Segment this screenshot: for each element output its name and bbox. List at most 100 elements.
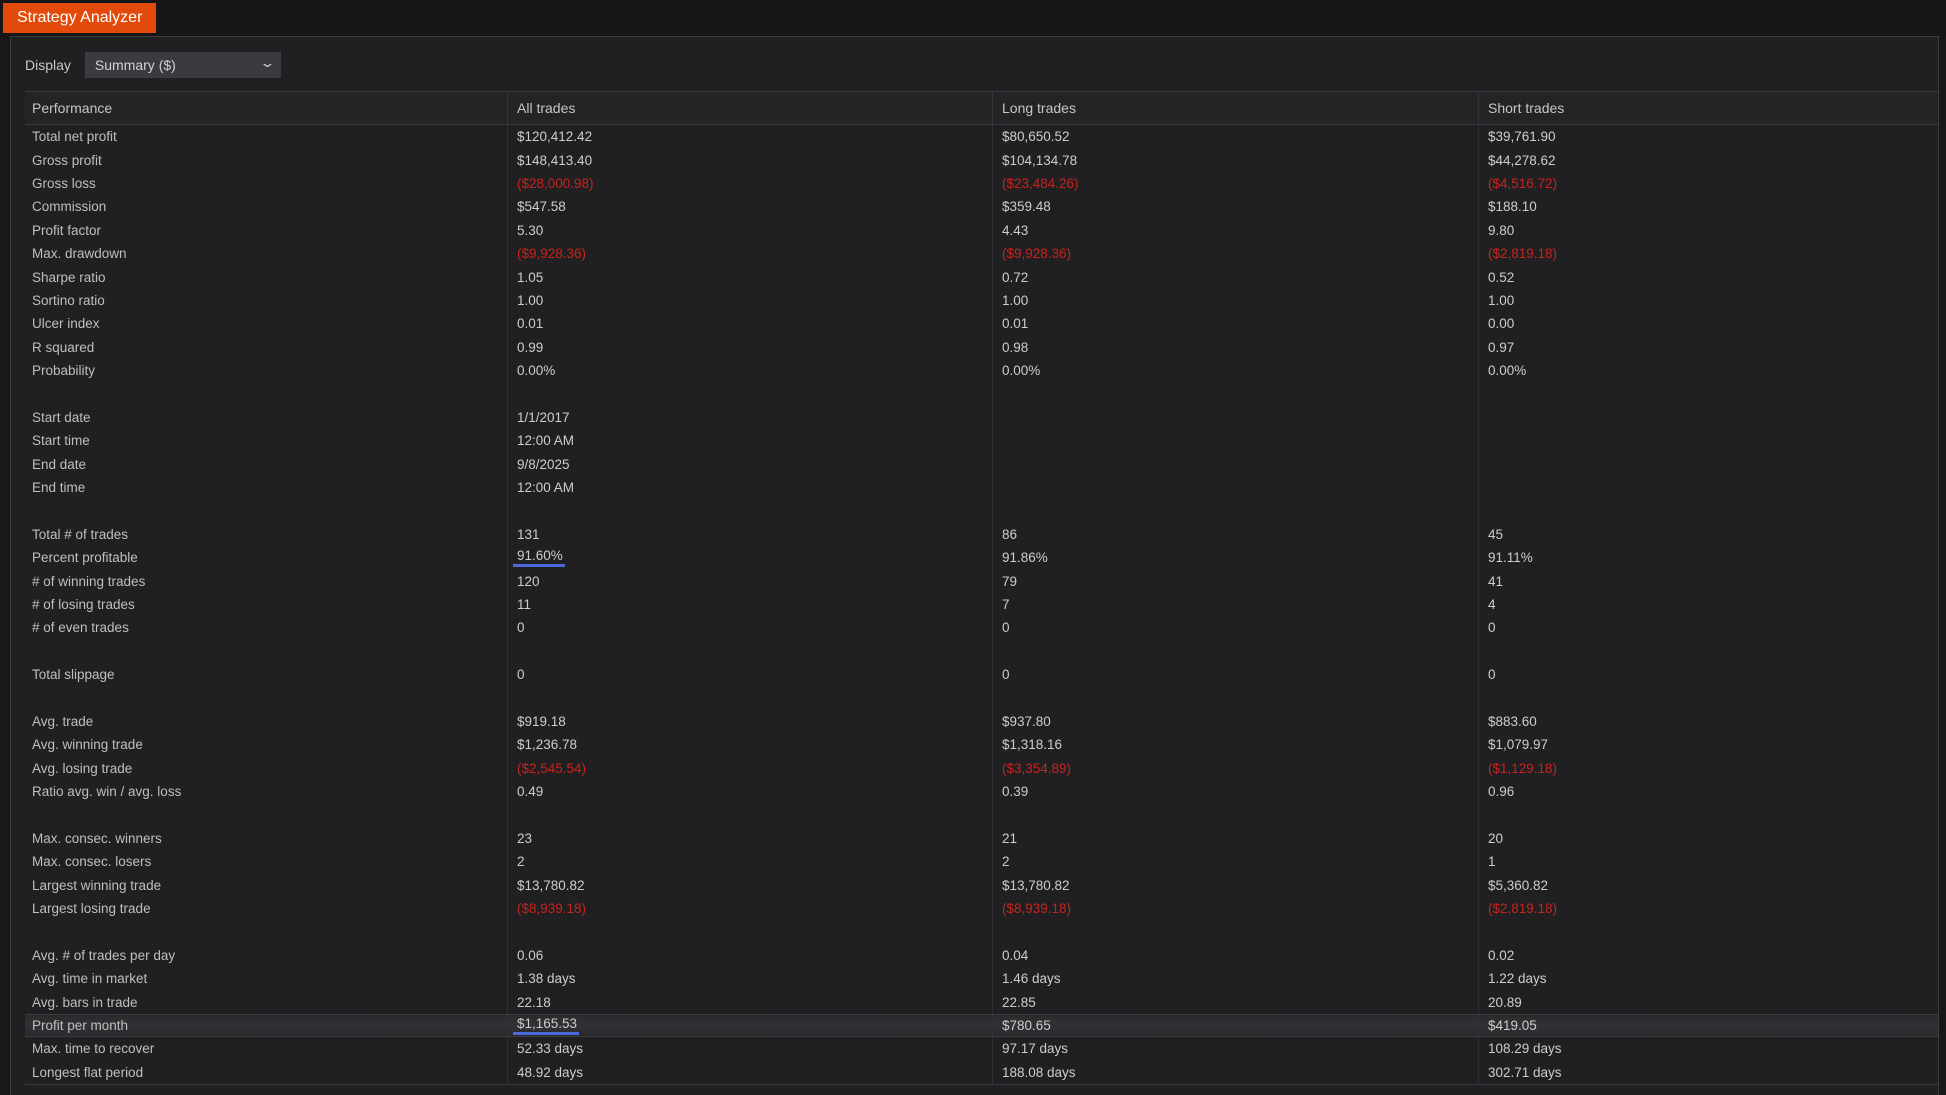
row-label: # of winning trades: [25, 569, 508, 593]
row-label: Start time: [25, 429, 508, 453]
table-row[interactable]: Total slippage 0 0 0: [25, 662, 1938, 687]
row-value: [1479, 686, 1938, 709]
row-label: Gross profit: [25, 148, 508, 172]
table-row[interactable]: End time 12:00 AM: [25, 475, 1938, 500]
row-value: $13,780.82: [993, 873, 1479, 897]
row-value: 41: [1488, 573, 1504, 589]
column-header-short-trades[interactable]: Short trades: [1479, 92, 1938, 124]
table-row[interactable]: Start date 1/1/2017: [25, 405, 1938, 430]
table-row[interactable]: Ulcer index 0.01 0.01 0.00: [25, 312, 1938, 336]
table-row[interactable]: Profit per month $1,165.53 $780.65 $419.05: [25, 1013, 1938, 1038]
table-row[interactable]: Largest winning trade $13,780.82 $13,780.8…: [25, 873, 1938, 897]
table-row[interactable]: Max. consec. winners 23 21 20: [25, 826, 1938, 851]
row-value: [1479, 429, 1938, 452]
table-row[interactable]: # of even trades 0 0 0: [25, 616, 1938, 640]
table-row[interactable]: Sortino ratio 1.00 1.00 1.00: [25, 288, 1938, 313]
table-row[interactable]: Sharpe ratio 1.05 0.72 0.52: [25, 265, 1938, 289]
row-value: $419.05: [1488, 1018, 1537, 1034]
table-spacer-row: [25, 686, 1938, 710]
row-label: Avg. winning trade: [25, 733, 508, 757]
row-label: [25, 920, 508, 944]
table-row[interactable]: Percent profitable 91.60% 91.86% 91.11%: [25, 546, 1938, 570]
row-label: [25, 686, 508, 710]
summary-table: Performance All trades Long trades Short…: [25, 91, 1938, 1095]
row-value: 108.29 days: [1488, 1041, 1562, 1057]
column-header-long-trades[interactable]: Long trades: [993, 92, 1479, 124]
table-row[interactable]: # of winning trades 120 79 41: [25, 569, 1938, 593]
row-value: 48.92 days: [508, 1060, 993, 1085]
table-row[interactable]: Total # of trades 131 86 45: [25, 522, 1938, 547]
row-value: ($2,819.18): [1488, 246, 1558, 262]
table-row[interactable]: Ratio avg. win / avg. loss 0.49 0.39 0.96: [25, 779, 1938, 804]
table-row[interactable]: # of losing trades 11 7 4: [25, 592, 1938, 617]
row-value: 0.04: [993, 943, 1479, 968]
row-value: 4: [1488, 597, 1496, 612]
table-row[interactable]: R squared 0.99 0.98 0.97: [25, 335, 1938, 359]
table-row[interactable]: Max. consec. losers 2 2 1: [25, 850, 1938, 874]
table-spacer-row: [25, 803, 1938, 827]
display-dropdown-value: Summary ($): [94, 57, 176, 73]
row-label: Longest flat period: [25, 1060, 508, 1085]
table-spacer-row: [25, 639, 1938, 663]
column-header-performance[interactable]: Performance: [25, 92, 508, 124]
table-row[interactable]: Gross profit $148,413.40 $104,134.78 $44,27…: [25, 148, 1938, 172]
table-row[interactable]: Avg. winning trade $1,236.78 $1,318.16 $1,0…: [25, 733, 1938, 757]
display-toolbar: Display Summary ($) ⌄: [25, 51, 281, 79]
row-value: 7: [993, 592, 1479, 617]
table-row[interactable]: Longest flat period 48.92 days 188.08 days…: [25, 1060, 1938, 1085]
row-value: ($4,516.72): [1488, 175, 1558, 191]
row-label: Ratio avg. win / avg. loss: [25, 779, 508, 804]
table-row[interactable]: Max. time to recover 52.33 days 97.17 days…: [25, 1037, 1938, 1061]
table-row[interactable]: End date 9/8/2025: [25, 452, 1938, 476]
table-row[interactable]: Largest losing trade ($8,939.18) ($8,939.1…: [25, 896, 1938, 921]
row-value: 302.71 days: [1488, 1064, 1562, 1080]
row-value: $1,318.16: [993, 733, 1479, 757]
row-value: ($9,928.36): [508, 241, 993, 266]
row-label: Avg. # of trades per day: [25, 943, 508, 968]
table-row[interactable]: Commission $547.58 $359.48 $188.10: [25, 195, 1938, 219]
table-row[interactable]: Max. drawdown ($9,928.36) ($9,928.36) ($2,8…: [25, 241, 1938, 266]
table-row[interactable]: Gross loss ($28,000.98) ($23,484.26) ($4,51…: [25, 171, 1938, 196]
table-row[interactable]: Total net profit $120,412.42 $80,650.52 $39…: [25, 125, 1938, 149]
table-row[interactable]: Avg. # of trades per day 0.06 0.04 0.02: [25, 943, 1938, 968]
table-row[interactable]: Avg. trade $919.18 $937.80 $883.60: [25, 709, 1938, 734]
row-label: Sharpe ratio: [25, 265, 508, 289]
row-value: 120: [508, 569, 993, 593]
chevron-down-icon: ⌄: [259, 55, 276, 70]
table-row[interactable]: Start time 12:00 AM: [25, 429, 1938, 453]
row-value: [508, 499, 993, 523]
row-value: 12:00 AM: [508, 475, 993, 500]
row-value: 9.80: [1488, 222, 1515, 238]
row-value: 2: [993, 850, 1479, 874]
row-value: 1.38 days: [508, 967, 993, 991]
row-label: [25, 499, 508, 523]
table-row[interactable]: Profit factor 5.30 4.43 9.80: [25, 218, 1938, 242]
row-value: [1479, 499, 1938, 522]
row-value: $1,236.78: [508, 733, 993, 757]
row-value: 0.00%: [508, 358, 993, 383]
row-value: $883.60: [1488, 713, 1537, 729]
row-value: 0.01: [508, 312, 993, 336]
table-row[interactable]: Probability 0.00% 0.00% 0.00%: [25, 358, 1938, 383]
row-value: [993, 639, 1479, 663]
row-label: Ulcer index: [25, 312, 508, 336]
row-value: ($2,819.18): [1488, 901, 1558, 917]
row-label: Start date: [25, 405, 508, 430]
table-row[interactable]: Avg. bars in trade 22.18 22.85 20.89: [25, 990, 1938, 1014]
table-row[interactable]: Avg. time in market 1.38 days 1.46 days 1.2…: [25, 967, 1938, 991]
strategy-analyzer-tab[interactable]: Strategy Analyzer: [3, 3, 157, 33]
column-header-all-trades[interactable]: All trades: [508, 92, 993, 124]
row-value: [993, 475, 1479, 500]
row-value: 91.86%: [993, 546, 1479, 570]
row-value: 188.08 days: [993, 1060, 1479, 1085]
row-value: ($28,000.98): [508, 171, 993, 196]
row-value: [1479, 406, 1938, 429]
row-value: 1.00: [1488, 292, 1515, 308]
display-dropdown[interactable]: Summary ($) ⌄: [84, 52, 281, 78]
row-value: $80,650.52: [993, 125, 1479, 149]
row-value: ($2,545.54): [508, 756, 993, 780]
row-value: [1479, 920, 1938, 943]
row-label: [25, 382, 508, 406]
row-value: 21: [993, 826, 1479, 851]
table-row[interactable]: Avg. losing trade ($2,545.54) ($3,354.89) (…: [25, 756, 1938, 780]
